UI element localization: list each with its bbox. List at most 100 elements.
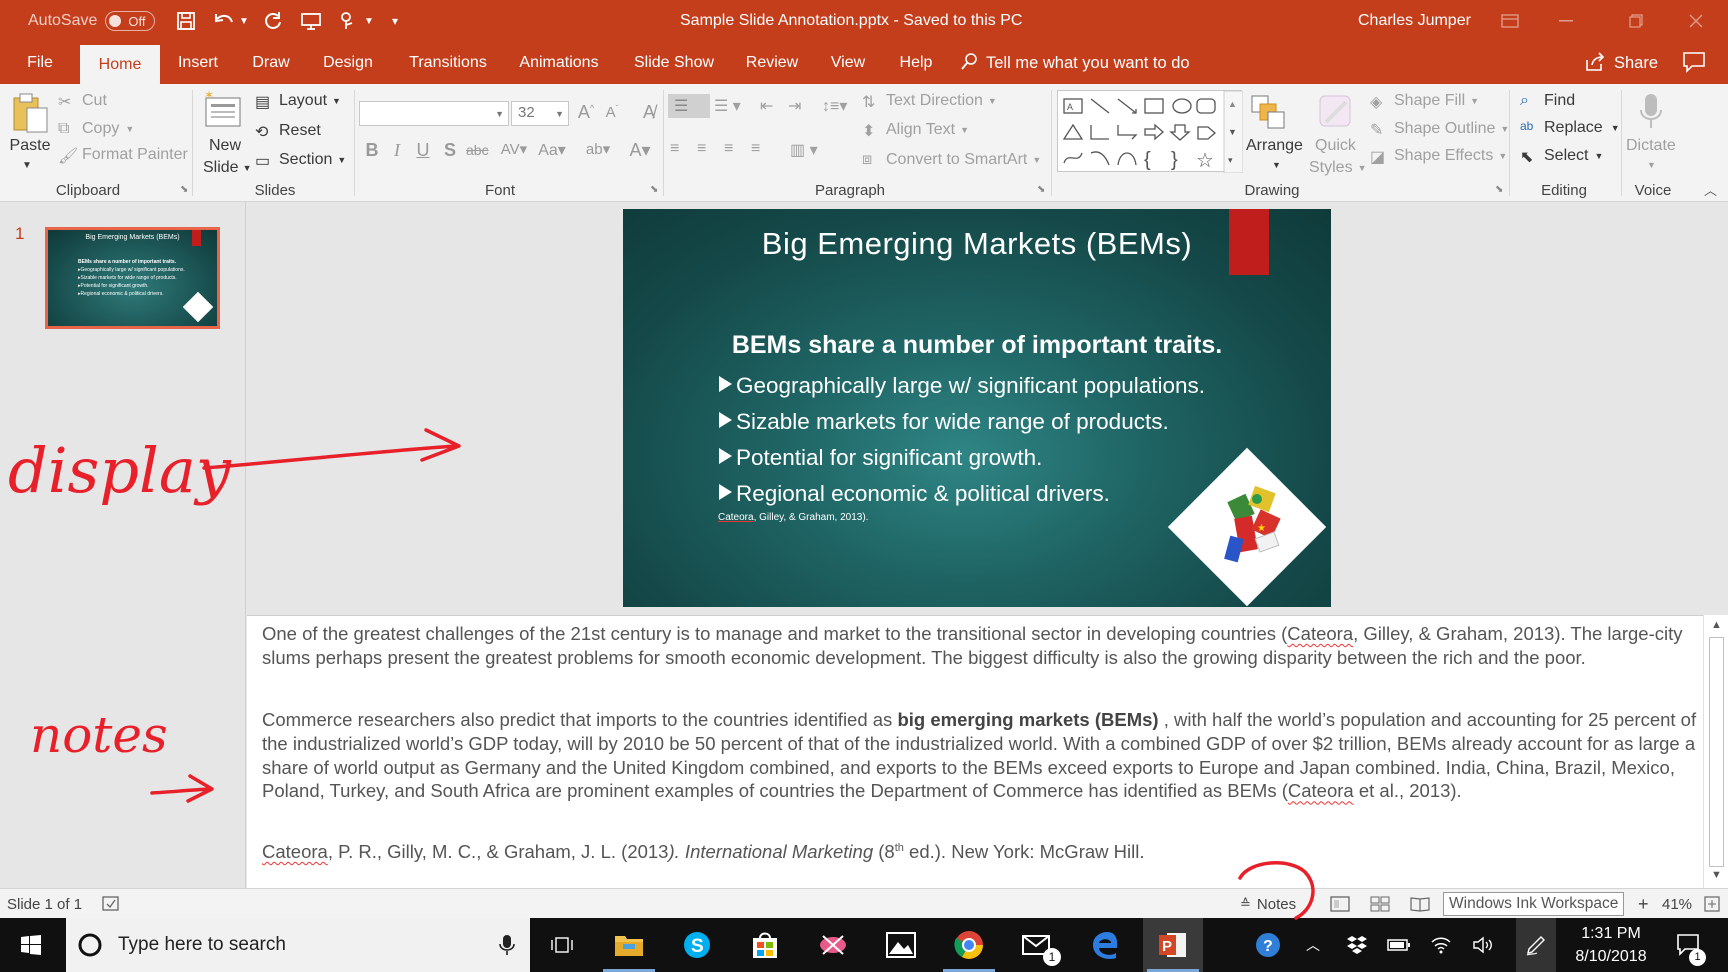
powerpoint-icon[interactable]: P xyxy=(1143,918,1203,972)
slide-bullet-list[interactable]: Geographically large w/ significant popu… xyxy=(719,368,1205,512)
section-button[interactable]: ▭ Section ▼ xyxy=(255,151,346,170)
change-case-icon[interactable]: Aa▾ xyxy=(534,140,570,160)
format-painter-button[interactable]: 🖌 Format Painter xyxy=(58,146,188,165)
customize-qat-icon[interactable]: ▾ xyxy=(392,0,398,42)
tell-me-search[interactable]: Tell me what you want to do xyxy=(960,42,1190,84)
show-hidden-icons-icon[interactable]: ︿ xyxy=(1298,918,1328,972)
slide-thumbnail[interactable]: Big Emerging Markets (BEMs) BEMs share a… xyxy=(45,227,220,329)
mail-icon[interactable]: 1 xyxy=(1007,918,1067,972)
line-spacing-icon[interactable]: ↕≡▾ xyxy=(822,96,847,116)
collapse-ribbon-icon[interactable]: ︿ xyxy=(1704,180,1717,199)
align-center-icon[interactable]: ≡ xyxy=(697,140,706,158)
slide-citation[interactable]: Cateora, Gilley, & Graham, 2013). xyxy=(718,512,868,523)
notes-pane[interactable]: One of the greatest challenges of the 21… xyxy=(247,615,1703,888)
file-explorer-icon[interactable] xyxy=(599,918,659,972)
cut-button[interactable]: ✂ Cut xyxy=(58,92,107,111)
shrink-font-icon[interactable]: Aˇ xyxy=(601,104,623,121)
columns-icon[interactable]: ▥ ▾ xyxy=(790,140,818,160)
grow-font-icon[interactable]: A^ xyxy=(575,102,597,123)
tab-insert[interactable]: Insert xyxy=(168,42,228,84)
slide-subtitle[interactable]: BEMs share a number of important traits. xyxy=(623,331,1331,360)
store-icon[interactable] xyxy=(735,918,795,972)
text-direction-button[interactable]: ⇅ Text Direction ▼ xyxy=(862,92,997,111)
present-from-start-icon[interactable] xyxy=(300,0,322,42)
dictate-button[interactable] xyxy=(1637,92,1665,132)
autosave-toggle[interactable]: Off xyxy=(105,11,155,31)
slide-sorter-icon[interactable] xyxy=(1370,889,1390,919)
paste-dropdown-icon[interactable]: ▼ xyxy=(22,160,32,171)
puzzle-flags-image[interactable]: ★ xyxy=(1197,469,1307,579)
shape-fill-button[interactable]: ◈ Shape Fill ▼ xyxy=(1370,92,1479,111)
minimize-icon[interactable] xyxy=(1538,0,1594,42)
select-button[interactable]: ⬉ Select ▼ xyxy=(1520,147,1603,166)
tab-design[interactable]: Design xyxy=(315,42,381,84)
tab-view[interactable]: View xyxy=(822,42,874,84)
ribbon-display-options-icon[interactable] xyxy=(1482,0,1538,42)
edge-icon[interactable] xyxy=(1075,918,1135,972)
bold-icon[interactable]: B xyxy=(361,140,383,161)
normal-view-icon[interactable] xyxy=(1330,889,1350,919)
task-view-icon[interactable] xyxy=(536,918,588,972)
tab-review[interactable]: Review xyxy=(741,42,803,84)
replace-button[interactable]: ab Replace ▼ xyxy=(1520,119,1620,137)
volume-icon[interactable] xyxy=(1466,918,1500,972)
paragraph-launcher-icon[interactable]: ⬊ xyxy=(1037,184,1045,195)
shape-outline-button[interactable]: ✎ Shape Outline ▼ xyxy=(1370,120,1509,139)
photos-icon[interactable] xyxy=(871,918,931,972)
slide-title[interactable]: Big Emerging Markets (BEMs) xyxy=(623,226,1331,262)
tab-transitions[interactable]: Transitions xyxy=(398,42,498,84)
notes-toggle-button[interactable]: ≙ Notes xyxy=(1240,889,1296,919)
wifi-icon[interactable] xyxy=(1424,918,1458,972)
italic-icon[interactable]: I xyxy=(386,140,408,161)
clear-formatting-icon[interactable]: A̸ xyxy=(638,102,660,123)
close-icon[interactable] xyxy=(1668,0,1724,42)
scroll-down-icon[interactable]: ▼ xyxy=(1704,869,1728,881)
touch-mode-icon[interactable]: ▼ xyxy=(338,0,374,42)
slide-canvas[interactable]: Big Emerging Markets (BEMs) BEMs share a… xyxy=(623,209,1331,607)
smartart-button[interactable]: ⧈ Convert to SmartArt ▼ xyxy=(862,151,1041,169)
tab-slide-show[interactable]: Slide Show xyxy=(627,42,721,84)
shadow-icon[interactable]: S xyxy=(439,140,461,161)
copy-button[interactable]: ⧉ Copy ▼ xyxy=(58,120,134,138)
spellcheck-icon[interactable] xyxy=(101,889,121,919)
align-left-icon[interactable]: ≡ xyxy=(670,140,679,158)
autosave[interactable]: AutoSave Off xyxy=(28,0,155,42)
underline-icon[interactable]: U xyxy=(412,140,434,161)
clipboard-launcher-icon[interactable]: ⬊ xyxy=(180,184,188,195)
comments-icon[interactable] xyxy=(1682,51,1706,73)
dictate-dropdown-icon[interactable]: ▼ xyxy=(1647,160,1656,170)
find-button[interactable]: ⌕ Find xyxy=(1520,92,1575,110)
start-button[interactable] xyxy=(0,918,62,972)
scroll-up-icon[interactable]: ▲ xyxy=(1704,619,1728,631)
bullets-button[interactable]: ☰ xyxy=(668,94,710,118)
reset-button[interactable]: ⟲ Reset xyxy=(255,122,321,141)
layout-button[interactable]: ▤ Layout ▼ xyxy=(255,92,341,111)
tab-file[interactable]: File xyxy=(10,42,70,84)
shapes-gallery[interactable]: A { } ☆ ▲ ▼ ▾ xyxy=(1057,90,1243,173)
drawing-launcher-icon[interactable]: ⬊ xyxy=(1495,184,1503,195)
tab-help[interactable]: Help xyxy=(892,42,940,84)
notes-scrollbar[interactable]: ▲ ▼ xyxy=(1703,615,1728,888)
snip-app-icon[interactable] xyxy=(803,918,863,972)
windows-ink-icon[interactable] xyxy=(1516,918,1556,972)
strikethrough-icon[interactable]: abc xyxy=(466,142,489,158)
microphone-icon[interactable] xyxy=(498,934,516,956)
tab-draw[interactable]: Draw xyxy=(244,42,298,84)
battery-icon[interactable] xyxy=(1382,918,1416,972)
user-name[interactable]: Charles Jumper xyxy=(1358,0,1471,42)
paste-button[interactable] xyxy=(10,92,50,134)
shape-effects-button[interactable]: ◪ Shape Effects ▼ xyxy=(1370,147,1507,166)
font-name-dropdown[interactable]: ▼ xyxy=(359,101,509,126)
quick-styles-button[interactable] xyxy=(1316,92,1356,132)
justify-icon[interactable]: ≡ xyxy=(751,140,760,158)
character-spacing-icon[interactable]: AV▾ xyxy=(497,140,531,158)
dropbox-icon[interactable] xyxy=(1340,918,1374,972)
restore-icon[interactable] xyxy=(1608,0,1664,42)
reading-view-icon[interactable] xyxy=(1410,889,1430,919)
arrange-button[interactable] xyxy=(1248,92,1288,132)
system-clock[interactable]: 1:31 PM 8/10/2018 xyxy=(1568,918,1654,972)
tab-home[interactable]: Home xyxy=(80,45,160,84)
zoom-in-icon[interactable]: + xyxy=(1638,889,1649,919)
fit-to-window-icon[interactable] xyxy=(1704,889,1720,919)
align-right-icon[interactable]: ≡ xyxy=(724,140,733,158)
